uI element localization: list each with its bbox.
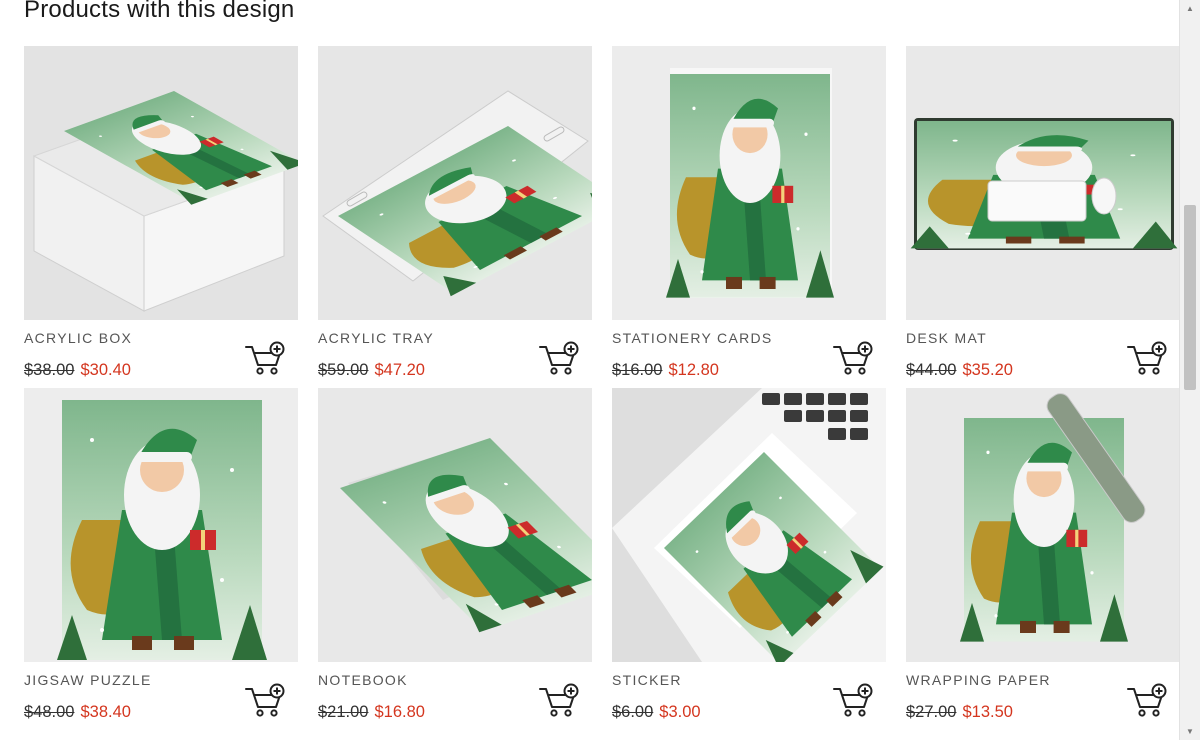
product-card[interactable]: WRAPPING PAPER $27.00 $13.50 bbox=[906, 388, 1180, 722]
add-to-cart-icon[interactable] bbox=[1126, 683, 1168, 719]
product-image-wrapping-paper[interactable] bbox=[906, 388, 1180, 662]
original-price: $38.00 bbox=[24, 361, 75, 379]
sale-price: $13.50 bbox=[962, 703, 1013, 721]
original-price: $44.00 bbox=[906, 361, 957, 379]
product-image-jigsaw-puzzle[interactable] bbox=[24, 388, 298, 662]
add-to-cart-icon[interactable] bbox=[1126, 341, 1168, 377]
section-title: Products with this design bbox=[24, 0, 295, 23]
scroll-down-arrow[interactable]: ▼ bbox=[1180, 723, 1200, 740]
product-card[interactable]: STATIONERY CARDS $16.00 $12.80 bbox=[612, 46, 886, 380]
original-price: $21.00 bbox=[318, 703, 369, 721]
sale-price: $35.20 bbox=[962, 361, 1013, 379]
sale-price: $30.40 bbox=[80, 361, 131, 379]
product-image-acrylic-box[interactable] bbox=[24, 46, 298, 320]
scroll-up-arrow[interactable]: ▲ bbox=[1180, 0, 1200, 17]
original-price: $16.00 bbox=[612, 361, 663, 379]
sale-price: $12.80 bbox=[668, 361, 719, 379]
product-grid: ACRYLIC BOX $38.00 $30.40 ACRYLIC TRAY $5… bbox=[24, 46, 1180, 722]
add-to-cart-icon[interactable] bbox=[244, 341, 286, 377]
product-card[interactable]: STICKER $6.00 $3.00 bbox=[612, 388, 886, 722]
original-price: $27.00 bbox=[906, 703, 957, 721]
product-card[interactable]: NOTEBOOK $21.00 $16.80 bbox=[318, 388, 592, 722]
original-price: $48.00 bbox=[24, 703, 75, 721]
add-to-cart-icon[interactable] bbox=[538, 341, 580, 377]
product-card[interactable]: DESK MAT $44.00 $35.20 bbox=[906, 46, 1180, 380]
vertical-scrollbar[interactable]: ▲ ▼ bbox=[1179, 0, 1200, 740]
original-price: $59.00 bbox=[318, 361, 369, 379]
product-image-notebook[interactable] bbox=[318, 388, 592, 662]
original-price: $6.00 bbox=[612, 703, 654, 721]
product-image-sticker[interactable] bbox=[612, 388, 886, 662]
sale-price: $3.00 bbox=[659, 703, 701, 721]
product-card[interactable]: JIGSAW PUZZLE $48.00 $38.40 bbox=[24, 388, 298, 722]
product-image-desk-mat[interactable] bbox=[906, 46, 1180, 320]
product-card[interactable]: ACRYLIC BOX $38.00 $30.40 bbox=[24, 46, 298, 380]
product-image-acrylic-tray[interactable] bbox=[318, 46, 592, 320]
product-image-stationery-cards[interactable] bbox=[612, 46, 886, 320]
add-to-cart-icon[interactable] bbox=[832, 683, 874, 719]
scroll-thumb[interactable] bbox=[1184, 205, 1196, 390]
sale-price: $38.40 bbox=[80, 703, 131, 721]
add-to-cart-icon[interactable] bbox=[244, 683, 286, 719]
add-to-cart-icon[interactable] bbox=[538, 683, 580, 719]
add-to-cart-icon[interactable] bbox=[832, 341, 874, 377]
product-card[interactable]: ACRYLIC TRAY $59.00 $47.20 bbox=[318, 46, 592, 380]
sale-price: $16.80 bbox=[374, 703, 425, 721]
sale-price: $47.20 bbox=[374, 361, 425, 379]
